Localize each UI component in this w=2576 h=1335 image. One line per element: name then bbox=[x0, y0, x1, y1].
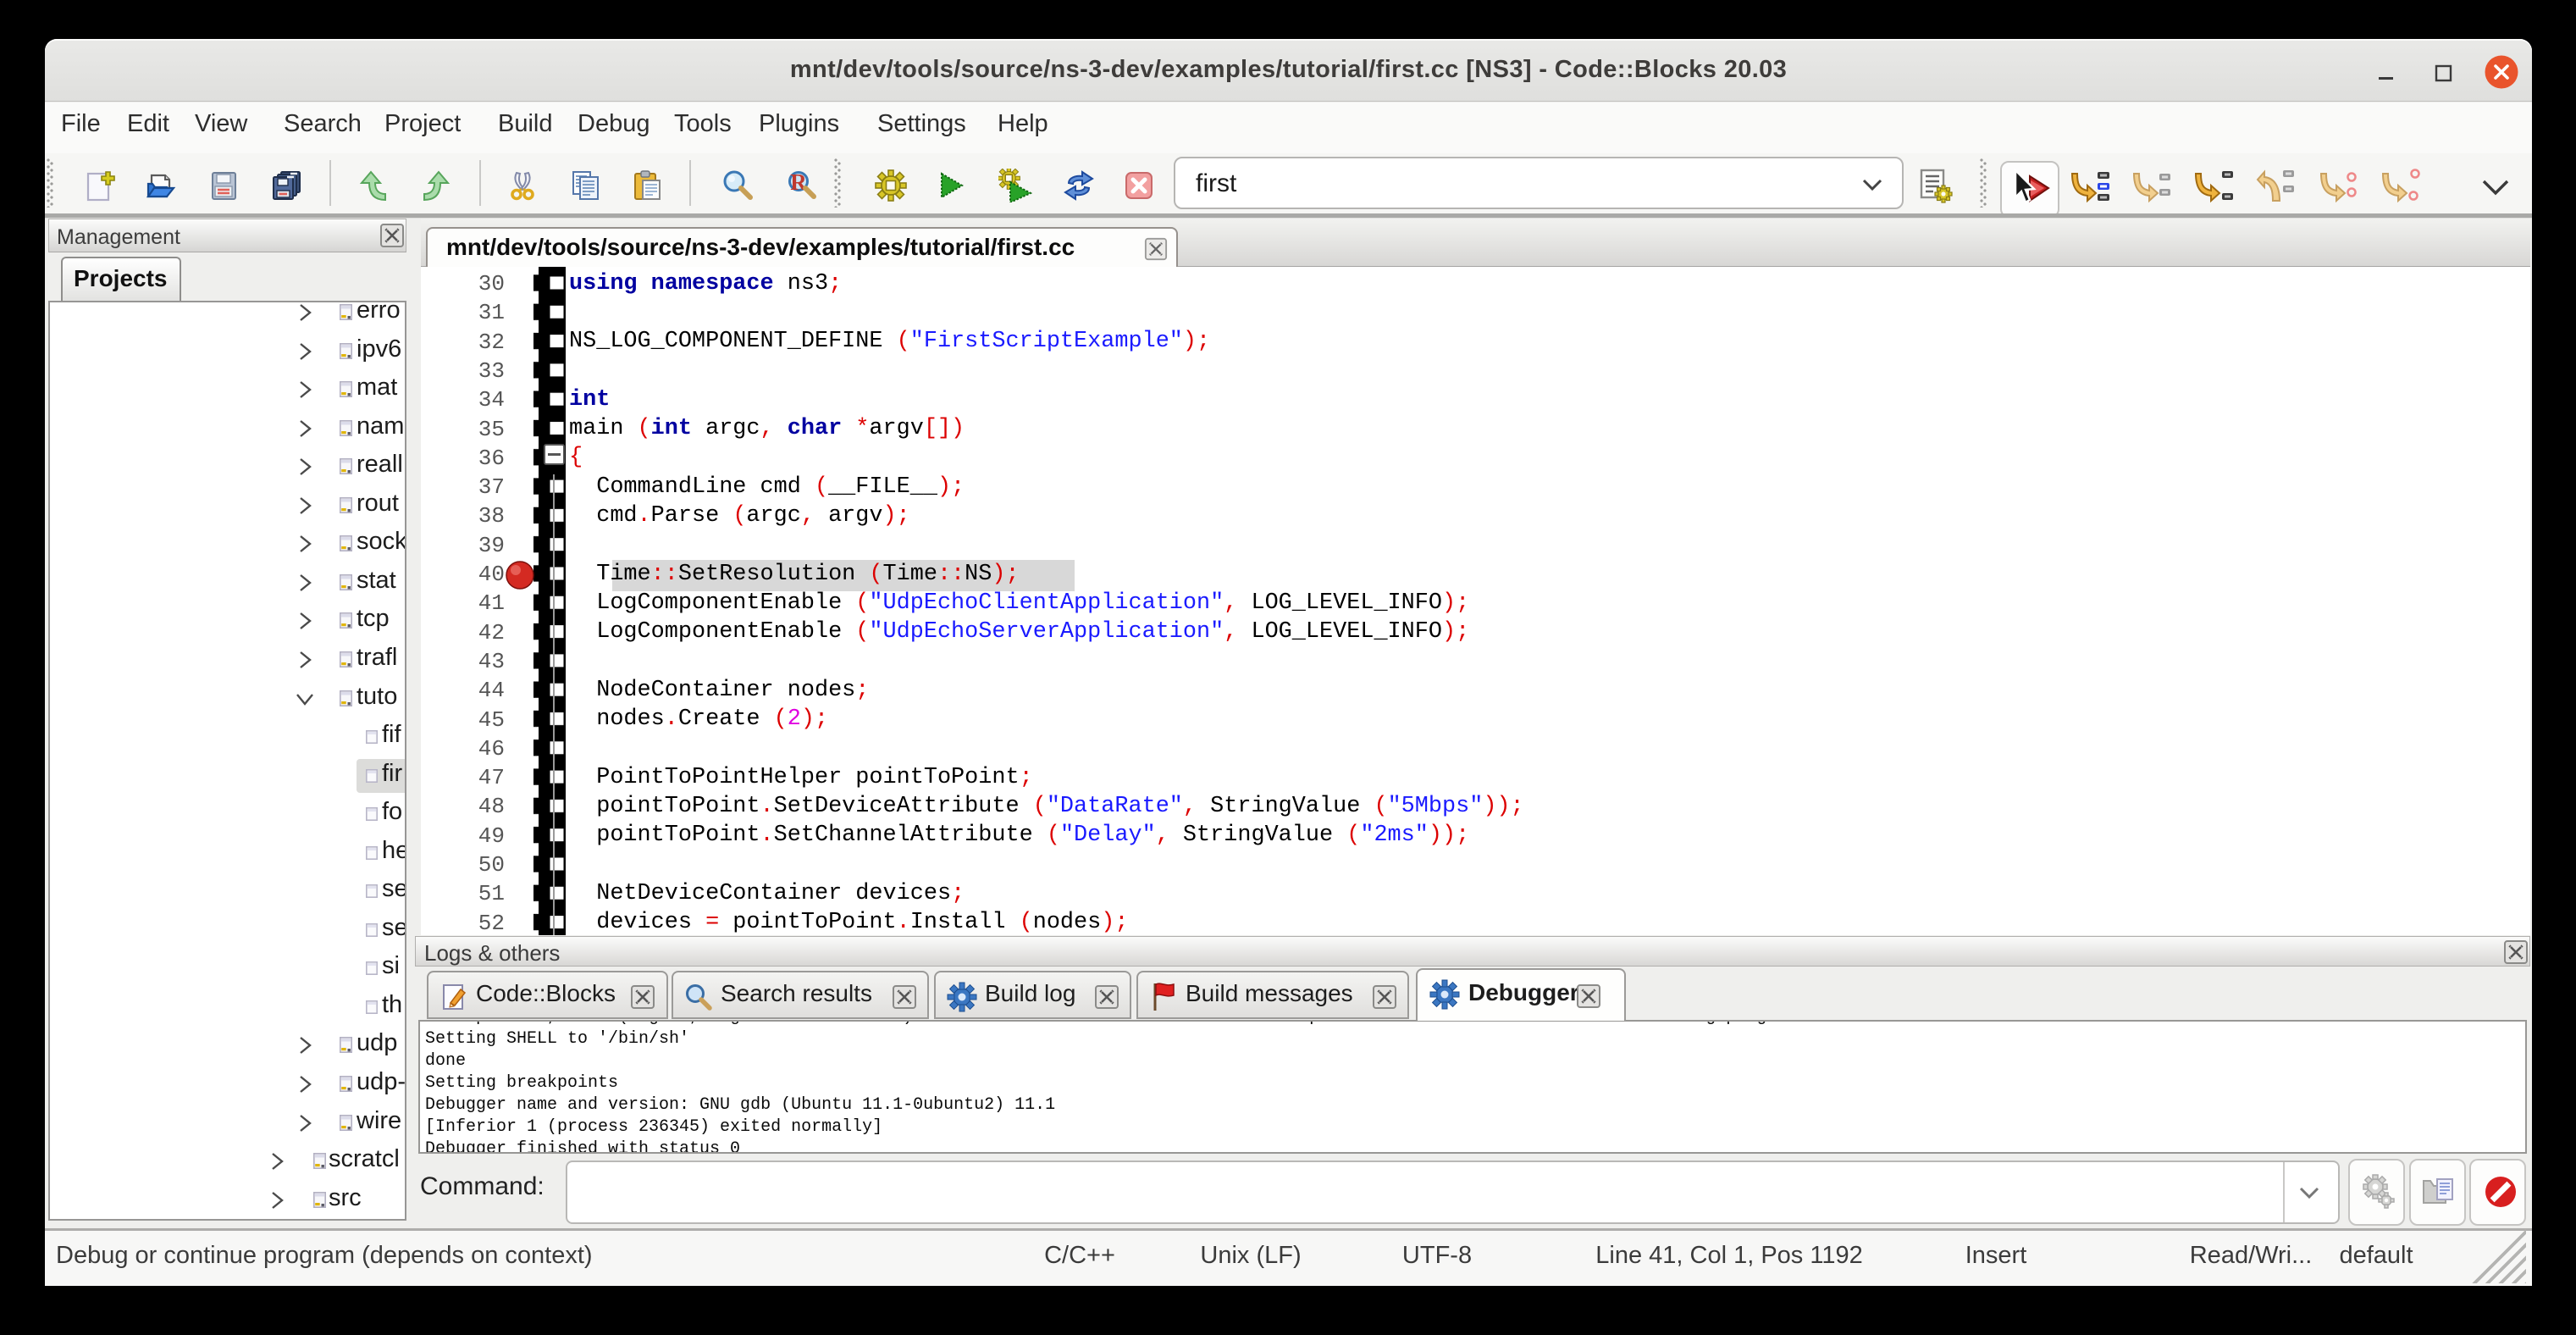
svg-text:R: R bbox=[790, 169, 807, 195]
